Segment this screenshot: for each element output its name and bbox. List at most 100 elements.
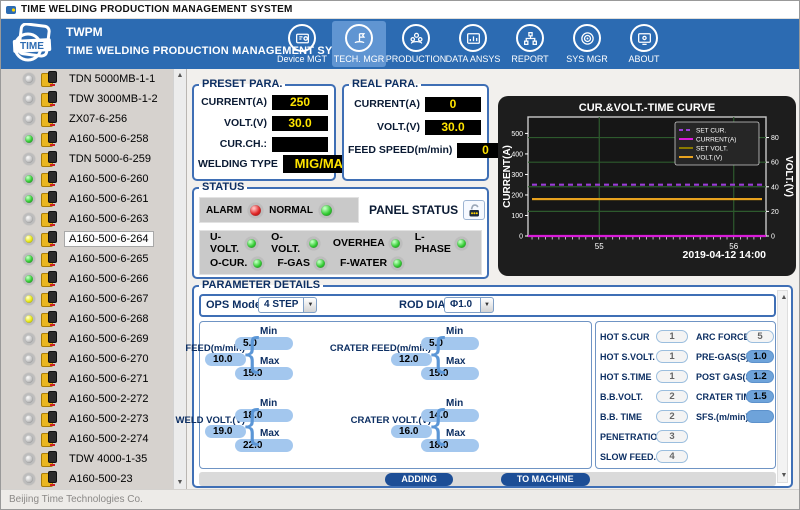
nav-item-data-ansys[interactable]: DATA ANSYS — [446, 21, 500, 67]
device-label: A160-500-6-268 — [65, 312, 153, 326]
current-value-field[interactable]: 10.0 — [205, 353, 246, 366]
list-item[interactable]: A160-500-6-260 — [1, 169, 173, 189]
nav-item-tech-mgr[interactable]: TECH. MGR — [332, 21, 386, 67]
welding-machine-icon — [39, 351, 59, 368]
nav-item-production[interactable]: PRODUCTION — [389, 21, 443, 67]
extra-param-value-field[interactable] — [746, 410, 774, 423]
current-value-field[interactable]: 19.0 — [205, 425, 246, 438]
welding-machine-icon — [39, 311, 59, 328]
list-item[interactable]: TDW 4000-1-35 — [1, 449, 173, 469]
params-scrollbar[interactable]: ▲ ▼ — [777, 290, 788, 483]
indicator-label: F-WATER — [340, 257, 387, 269]
welding-machine-icon — [39, 391, 59, 408]
extra-param-label: ARC FORCE — [696, 332, 750, 342]
list-item[interactable]: A160-500-6-271 — [1, 369, 173, 389]
scroll-up-icon[interactable]: ▲ — [778, 291, 790, 304]
device-label: A160-500-6-269 — [65, 332, 153, 346]
welding-machine-icon — [39, 151, 59, 168]
nav-item-report[interactable]: REPORT — [503, 21, 557, 67]
device-status-led — [23, 253, 35, 265]
list-item[interactable]: ZX07-6-256 — [1, 109, 173, 129]
welding-machine-icon — [39, 331, 59, 348]
extra-param-step: 2 — [656, 410, 688, 423]
ops-mode-select[interactable]: 4 STEP ▼ — [258, 297, 317, 313]
chevron-down-icon[interactable]: ▼ — [480, 297, 494, 313]
real-row: VOLT.(V)30.0 — [348, 119, 481, 135]
device-list: TDN 5000MB-1-1TDW 3000MB-1-2ZX07-6-256A1… — [1, 69, 173, 489]
footer-bar: Beijing Time Technologies Co. — [1, 489, 799, 509]
svg-text:500: 500 — [511, 131, 523, 138]
extra-param-row: B.B. TIME2SFS.(m/min) — [596, 407, 775, 427]
extra-param-label: B.B.VOLT. — [600, 392, 643, 402]
list-item[interactable]: A160-500-6-267 — [1, 289, 173, 309]
welding-machine-icon — [39, 411, 59, 428]
extra-param-step: 1 — [656, 370, 688, 383]
indicator-f-water: F-WATER — [340, 257, 404, 270]
sidebar-scrollbar[interactable]: ▲ ▼ — [173, 69, 186, 489]
extra-param-value-field[interactable]: 1.0 — [746, 350, 774, 363]
nav-item-sys-mgr[interactable]: SYS MGR — [560, 21, 614, 67]
scroll-down-icon[interactable]: ▼ — [174, 476, 186, 489]
list-item[interactable]: A160-500-6-270 — [1, 349, 173, 369]
current-value-field[interactable]: 16.0 — [391, 425, 432, 438]
list-item[interactable]: A160-500-6-266 — [1, 269, 173, 289]
rod-dia-select[interactable]: Φ1.0 ▼ — [444, 297, 494, 313]
preset-value-display: 30.0 — [272, 116, 328, 131]
list-item[interactable]: A160-500-2-273 — [1, 409, 173, 429]
welding-machine-icon — [39, 251, 59, 268]
list-item[interactable]: A160-500-23 — [1, 469, 173, 489]
device-status-led — [23, 293, 35, 305]
app-window: TIME WELDING PRODUCTION MANAGEMENT SYSTE… — [0, 0, 800, 510]
svg-text:40: 40 — [771, 184, 779, 191]
device-label: TDN 5000MB-1-1 — [65, 72, 159, 86]
to-machine-button[interactable]: TO MACHINE — [501, 473, 590, 486]
list-item[interactable]: A160-500-6-263 — [1, 209, 173, 229]
indicator-label: OVERHEA — [333, 237, 385, 249]
device-status-led — [23, 313, 35, 325]
svg-text:VOLT.(V): VOLT.(V) — [783, 156, 794, 197]
app-header: TIME TWPM TIME WELDING PRODUCTION MANAGE… — [1, 19, 799, 69]
svg-text:0: 0 — [771, 234, 775, 241]
unlock-icon[interactable] — [463, 200, 485, 220]
list-item[interactable]: A160-500-6-265 — [1, 249, 173, 269]
list-item[interactable]: A160-500-6-258 — [1, 129, 173, 149]
extra-param-value-field[interactable]: 1.2 — [746, 370, 774, 383]
welding-machine-icon — [39, 71, 59, 88]
welding-machine-icon — [39, 91, 59, 108]
extra-param-row: HOT S.CUR1ARC FORCE5 — [596, 327, 775, 347]
adding-button[interactable]: ADDING — [385, 473, 453, 486]
ops-mode-value[interactable]: 4 STEP — [258, 297, 303, 313]
list-item[interactable]: A160-500-6-268 — [1, 309, 173, 329]
real-label: FEED SPEED(m/min) — [348, 144, 452, 156]
list-item[interactable]: TDN 5000-6-259 — [1, 149, 173, 169]
list-item[interactable]: A160-500-6-261 — [1, 189, 173, 209]
app-abbr: TWPM — [66, 25, 103, 39]
current-value-field[interactable]: 12.0 — [391, 353, 432, 366]
scroll-up-icon[interactable]: ▲ — [174, 69, 186, 82]
list-item[interactable]: A160-500-2-274 — [1, 429, 173, 449]
welding-machine-icon — [39, 471, 59, 488]
time-logo-text: TIME — [20, 41, 44, 52]
company-label: Beijing Time Technologies Co. — [9, 494, 143, 505]
list-item[interactable]: TDW 3000MB-1-2 — [1, 89, 173, 109]
list-item[interactable]: A160-500-6-264 — [1, 229, 173, 249]
panel-status: PANEL STATUS — [369, 200, 485, 220]
nav-item-device-mgt[interactable]: Device MGT — [275, 21, 329, 67]
chevron-down-icon[interactable]: ▼ — [303, 297, 317, 313]
svg-text:VOLT.(V): VOLT.(V) — [696, 154, 722, 161]
list-item[interactable]: A160-500-6-269 — [1, 329, 173, 349]
rod-dia-value[interactable]: Φ1.0 — [444, 297, 480, 313]
preset-value-display — [272, 137, 328, 152]
extra-param-row: PENETRATION3 — [596, 427, 775, 447]
nav-item-about[interactable]: ABOUT — [617, 21, 671, 67]
welding-machine-icon — [39, 191, 59, 208]
window-titlebar: TIME WELDING PRODUCTION MANAGEMENT SYSTE… — [1, 1, 799, 19]
brace-glyph: { — [241, 400, 263, 450]
list-item[interactable]: TDN 5000MB-1-1 — [1, 69, 173, 89]
list-item[interactable]: A160-500-2-272 — [1, 389, 173, 409]
brace-glyph: { — [427, 400, 449, 450]
nav-item-label: TECH. MGR — [334, 54, 385, 64]
scroll-down-icon[interactable]: ▼ — [778, 469, 790, 482]
nav-item-label: SYS MGR — [566, 54, 608, 64]
extra-param-value-field[interactable]: 1.5 — [746, 390, 774, 403]
